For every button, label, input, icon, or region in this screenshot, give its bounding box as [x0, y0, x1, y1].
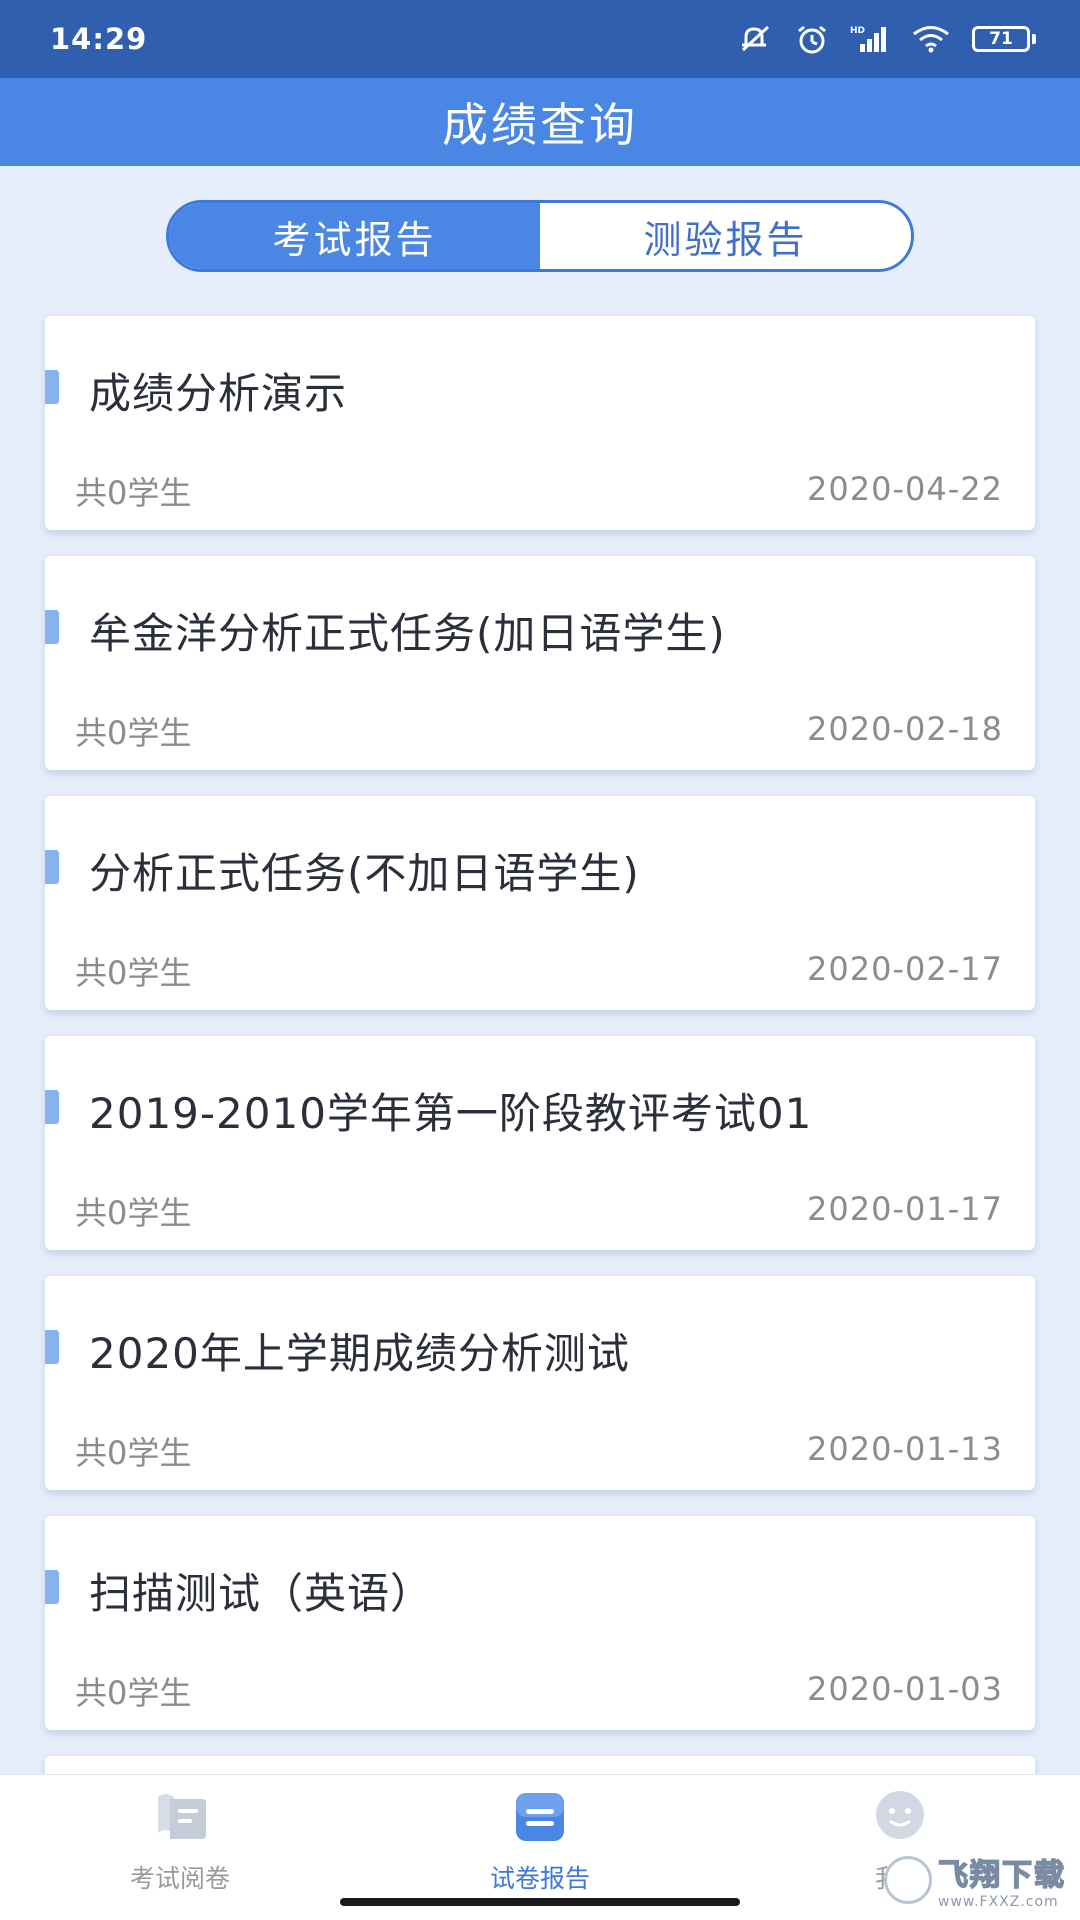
card-accent-marker [45, 1090, 59, 1124]
nav-exam-review[interactable]: 考试阅卷 [0, 1775, 360, 1920]
report-card[interactable]: 牟金洋分析正式任务(加日语学生) 共0学生 2020-02-18 [45, 556, 1035, 770]
mute-icon [740, 25, 774, 53]
alarm-icon [796, 24, 828, 54]
home-indicator[interactable] [340, 1898, 740, 1906]
wifi-icon [912, 25, 950, 53]
student-count: 共0学生 [75, 954, 192, 992]
tab-quiz-report[interactable]: 测验报告 [540, 203, 911, 269]
card-accent-marker [45, 1330, 59, 1364]
watermark-logo: 飞翔下载 www.FXXZ.com [884, 1848, 1066, 1912]
report-title: 扫描测试（英语） [89, 1569, 434, 1618]
report-date: 2020-01-13 [807, 1430, 1003, 1468]
report-card[interactable]: 成绩分析演示 共0学生 2020-04-22 [45, 316, 1035, 530]
report-title: 牟金洋分析正式任务(加日语学生) [89, 609, 726, 658]
report-title: 2020年上学期成绩分析测试 [89, 1329, 630, 1378]
tab-exam-report[interactable]: 考试报告 [169, 203, 540, 269]
watermark-badge-icon [884, 1856, 932, 1904]
student-count: 共0学生 [75, 1194, 192, 1232]
status-time: 14:29 [50, 22, 148, 56]
report-date: 2020-01-17 [807, 1190, 1003, 1228]
report-title: 2019-2010学年第一阶段教评考试01 [89, 1089, 813, 1138]
report-date: 2020-04-22 [807, 470, 1003, 508]
report-card[interactable]: 扫描测试（英语） 共0学生 2020-01-03 [45, 1516, 1035, 1730]
card-accent-marker [45, 1570, 59, 1604]
card-accent-marker [45, 370, 59, 404]
hd-signal-icon: HD [850, 24, 890, 54]
card-accent-marker [45, 610, 59, 644]
student-count: 共0学生 [75, 1434, 192, 1472]
watermark-text: 飞翔下载 [937, 1857, 1066, 1894]
report-date: 2020-02-17 [807, 950, 1003, 988]
report-list: 成绩分析演示 共0学生 2020-04-22 牟金洋分析正式任务(加日语学生) … [45, 316, 1035, 1842]
student-count: 共0学生 [75, 1674, 192, 1712]
report-card[interactable]: 分析正式任务(不加日语学生) 共0学生 2020-02-17 [45, 796, 1035, 1010]
card-accent-marker [45, 850, 59, 884]
student-count: 共0学生 [75, 474, 192, 512]
report-card[interactable]: 2020年上学期成绩分析测试 共0学生 2020-01-13 [45, 1276, 1035, 1490]
report-date: 2020-01-03 [807, 1670, 1003, 1708]
report-card[interactable]: 2019-2010学年第一阶段教评考试01 共0学生 2020-01-17 [45, 1036, 1035, 1250]
status-bar: 14:29 HD 71 [0, 0, 1080, 78]
battery-level: 71 [972, 26, 1030, 52]
student-count: 共0学生 [75, 714, 192, 752]
svg-text:HD: HD [850, 26, 865, 36]
profile-icon [868, 1785, 932, 1849]
report-title: 成绩分析演示 [89, 369, 348, 418]
report-type-tabs: 考试报告 测验报告 [166, 200, 914, 272]
watermark-url: www.FXXZ.com [938, 1894, 1059, 1910]
report-title: 分析正式任务(不加日语学生) [89, 849, 640, 898]
report-date: 2020-02-18 [807, 710, 1003, 748]
status-icons: HD 71 [740, 24, 1036, 54]
nav-label: 考试阅卷 [129, 1864, 230, 1893]
exam-review-icon [148, 1785, 212, 1849]
nav-label: 试卷报告 [489, 1864, 590, 1893]
page-title: 成绩查询 [0, 78, 1080, 166]
paper-report-icon [508, 1785, 572, 1849]
battery-icon: 71 [972, 26, 1036, 52]
